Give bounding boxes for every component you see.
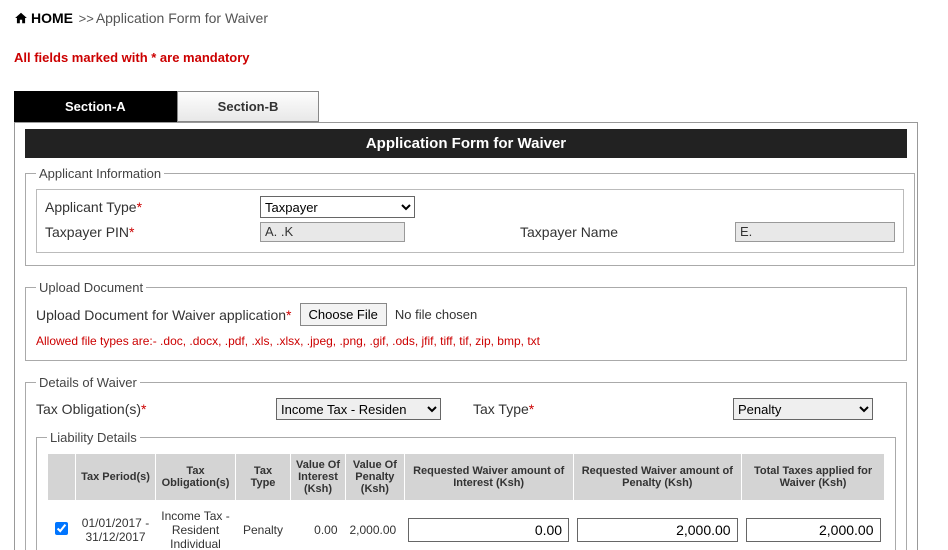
col-interest: Value Of Interest (Ksh) [291, 454, 346, 501]
mandatory-note: All fields marked with * are mandatory [14, 50, 918, 65]
upload-legend: Upload Document [36, 280, 146, 295]
applicant-information-fieldset: Applicant Information Applicant Type* Ta… [25, 166, 915, 266]
tab-section-a[interactable]: Section-A [14, 91, 177, 122]
row-checkbox[interactable] [55, 522, 68, 535]
upload-label: Upload Document for Waiver application* [36, 307, 292, 323]
applicant-type-label: Applicant Type* [45, 199, 260, 215]
col-req-interest: Requested Waiver amount of Interest (Ksh… [404, 454, 573, 501]
taxpayer-pin-label: Taxpayer PIN* [45, 224, 260, 240]
choose-file-button[interactable]: Choose File [300, 303, 387, 326]
taxpayer-name-label: Taxpayer Name [470, 224, 735, 240]
breadcrumb: HOME >> Application Form for Waiver [14, 10, 918, 26]
col-checkbox [48, 454, 76, 501]
total-input[interactable] [746, 518, 881, 542]
liability-legend: Liability Details [47, 430, 140, 445]
breadcrumb-separator: >> [75, 11, 94, 26]
details-legend: Details of Waiver [36, 375, 140, 390]
liability-details-fieldset: Liability Details Tax Period(s) Tax Obli… [36, 430, 896, 550]
col-obligation: Tax Obligation(s) [156, 454, 236, 501]
cell-penalty: 2,000.00 [346, 501, 405, 550]
home-icon [14, 11, 28, 25]
col-taxtype: Tax Type [236, 454, 291, 501]
cell-taxtype: Penalty [236, 501, 291, 550]
upload-document-fieldset: Upload Document Upload Document for Waiv… [25, 280, 907, 361]
col-penalty: Value Of Penalty (Ksh) [346, 454, 405, 501]
home-link[interactable]: HOME [31, 10, 73, 26]
cell-period: 01/01/2017 - 31/12/2017 [76, 501, 156, 550]
col-period: Tax Period(s) [76, 454, 156, 501]
tax-type-label: Tax Type* [473, 401, 733, 417]
applicant-type-select[interactable]: Taxpayer [260, 196, 415, 218]
tax-obligation-label: Tax Obligation(s)* [36, 401, 276, 417]
table-row: 01/01/2017 - 31/12/2017 Income Tax - Res… [48, 501, 885, 550]
tab-section-b[interactable]: Section-B [177, 91, 320, 122]
tabs: Section-A Section-B [14, 91, 918, 122]
details-of-waiver-fieldset: Details of Waiver Tax Obligation(s)* Inc… [25, 375, 907, 550]
tax-type-select[interactable]: Penalty [733, 398, 873, 420]
req-penalty-input[interactable] [577, 518, 738, 542]
liability-table: Tax Period(s) Tax Obligation(s) Tax Type… [47, 453, 885, 550]
cell-obligation: Income Tax - Resident Individual [156, 501, 236, 550]
file-status: No file chosen [395, 307, 477, 322]
applicant-legend: Applicant Information [36, 166, 164, 181]
breadcrumb-current: Application Form for Waiver [96, 10, 268, 26]
col-total: Total Taxes applied for Waiver (Ksh) [742, 454, 885, 501]
req-interest-input[interactable] [408, 518, 569, 542]
col-req-penalty: Requested Waiver amount of Penalty (Ksh) [573, 454, 742, 501]
tax-obligation-select[interactable]: Income Tax - Residen [276, 398, 441, 420]
taxpayer-name-field: E. [735, 222, 895, 242]
taxpayer-pin-field: A. .K [260, 222, 405, 242]
form-title: Application Form for Waiver [25, 129, 907, 158]
cell-interest: 0.00 [291, 501, 346, 550]
allowed-file-types: Allowed file types are:- .doc, .docx, .p… [36, 334, 896, 348]
